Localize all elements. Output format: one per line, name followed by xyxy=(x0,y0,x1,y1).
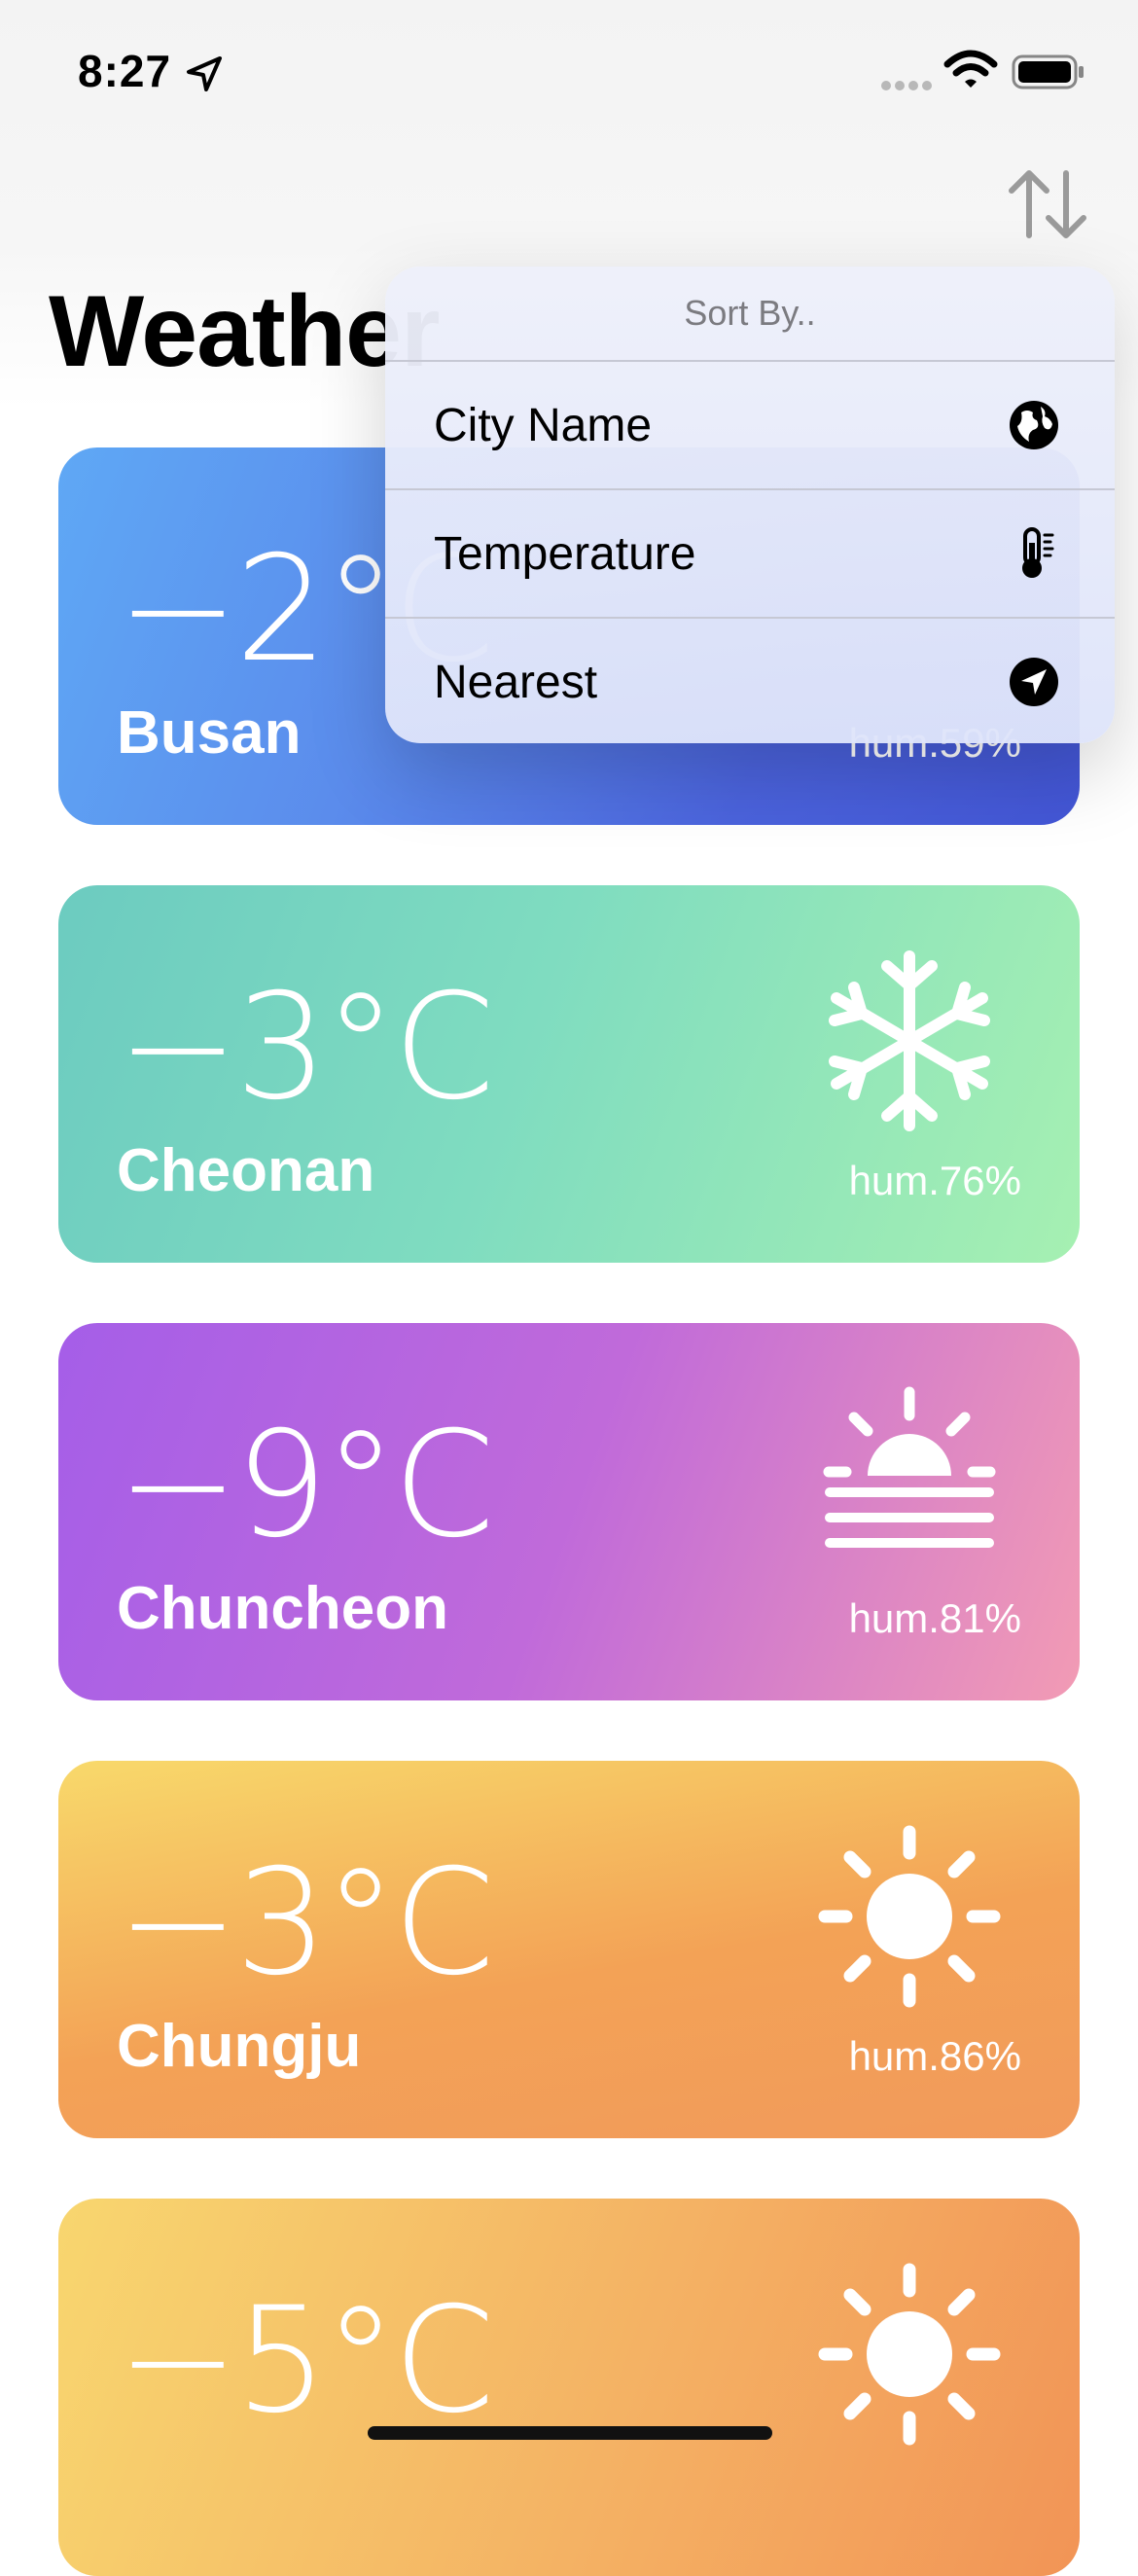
sort-option-nearest[interactable]: Nearest xyxy=(385,619,1115,743)
status-bar: 8:27 xyxy=(0,0,1138,146)
temperature: −3°C xyxy=(117,1839,495,2008)
weather-card-chungju[interactable]: −3°C Chungju hum.86% xyxy=(58,1761,1080,2138)
weather-card-chuncheon[interactable]: −9°C Chuncheon hum.81% xyxy=(58,1323,1080,1700)
city-name: Chuncheon xyxy=(117,1575,448,1642)
sunrise-fog-icon xyxy=(823,1386,996,1548)
sun-icon xyxy=(818,2263,1001,2446)
weather-card-partial[interactable]: −5°C xyxy=(58,2199,1080,2576)
wifi-icon xyxy=(943,50,998,88)
city-name: Busan xyxy=(117,699,302,767)
sort-button[interactable] xyxy=(1004,165,1091,243)
sun-icon xyxy=(818,1825,1001,2008)
humidity: hum.86% xyxy=(848,2033,1021,2079)
sort-option-label: City Name xyxy=(434,400,653,451)
status-time: 8:27 xyxy=(78,46,172,96)
location-arrow-icon xyxy=(187,56,222,91)
city-name: Chungju xyxy=(117,2013,362,2080)
weather-card-cheonan[interactable]: −3°C Cheonan hum.76% xyxy=(58,885,1080,1263)
sort-menu: Sort By.. City Name Temperature Nearest xyxy=(385,267,1115,743)
page-title: Weather xyxy=(49,275,440,388)
battery-icon xyxy=(1012,54,1084,89)
sort-option-label: Nearest xyxy=(434,657,598,708)
thermometer-icon xyxy=(1022,527,1054,578)
cellular-signal-icon xyxy=(881,81,932,90)
sort-menu-title: Sort By.. xyxy=(385,267,1115,362)
location-arrow-icon xyxy=(1010,658,1058,706)
snowflake-icon xyxy=(829,950,990,1131)
temperature: −9°C xyxy=(117,1401,495,1570)
temperature: −3°C xyxy=(117,963,495,1132)
city-name: Cheonan xyxy=(117,1137,375,1204)
home-indicator[interactable] xyxy=(368,2426,772,2440)
humidity: hum.76% xyxy=(848,1158,1021,1203)
temperature: −5°C xyxy=(117,2276,495,2446)
sort-option-city-name[interactable]: City Name xyxy=(385,362,1115,490)
globe-icon xyxy=(1010,401,1058,449)
sort-option-temperature[interactable]: Temperature xyxy=(385,490,1115,619)
sort-option-label: Temperature xyxy=(434,528,696,580)
humidity: hum.81% xyxy=(848,1595,1021,1641)
